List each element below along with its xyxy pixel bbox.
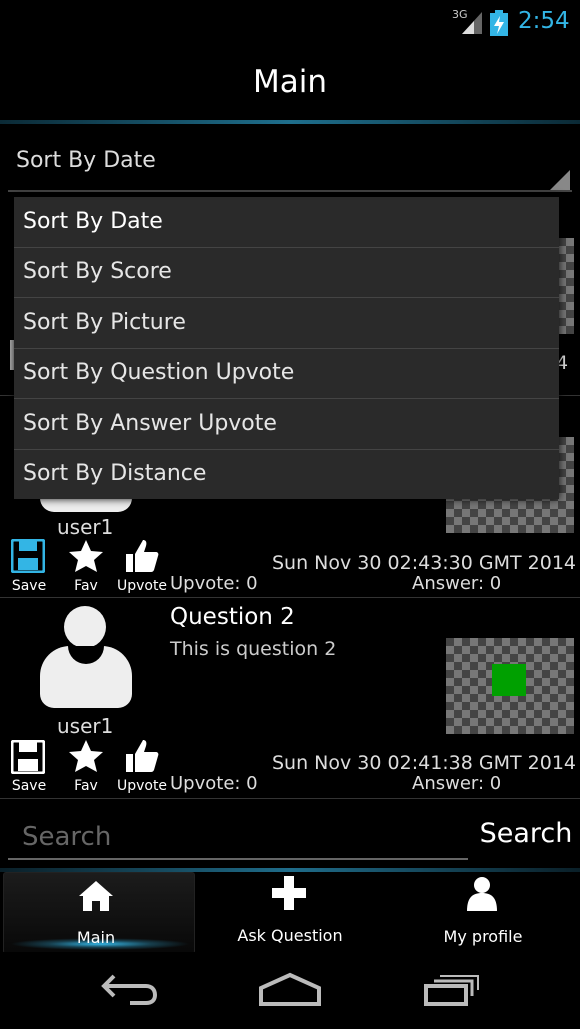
sort-option-picture[interactable]: Sort By Picture <box>14 298 559 349</box>
save-icon[interactable] <box>11 740 45 774</box>
star-icon[interactable] <box>68 539 104 573</box>
sort-option-label: Sort By Distance <box>23 461 207 486</box>
question-username: user1 <box>57 714 114 738</box>
status-clock: 2:54 <box>518 8 570 34</box>
sort-option-question-upvote[interactable]: Sort By Question Upvote <box>14 348 559 399</box>
home-icon <box>79 881 113 911</box>
thumbnail-image <box>492 664 526 696</box>
tab-ask-question-label: Ask Question <box>237 926 343 945</box>
user-avatar-head <box>64 606 106 648</box>
fav-button-label[interactable]: Fav <box>62 578 110 594</box>
search-placeholder: Search <box>22 822 112 852</box>
title-divider <box>0 120 580 124</box>
star-icon[interactable] <box>68 739 104 773</box>
sort-option-label: Sort By Question Upvote <box>23 360 295 385</box>
sort-spinner-value: Sort By Date <box>16 148 156 173</box>
fav-button-label[interactable]: Fav <box>62 778 110 794</box>
question-body: This is question 2 <box>170 638 337 660</box>
recents-icon[interactable] <box>422 972 480 1006</box>
question-upvote-count: Upvote: 0 <box>170 773 258 794</box>
tab-main-label: Main <box>76 928 116 947</box>
sort-dropdown-menu: Sort By Date Sort By Score Sort By Pictu… <box>14 197 559 499</box>
sort-option-answer-upvote[interactable]: Sort By Answer Upvote <box>14 399 559 450</box>
search-button[interactable]: Search <box>476 818 576 860</box>
sort-option-date[interactable]: Sort By Date <box>14 197 559 248</box>
tab-my-profile-label: My profile <box>443 927 523 946</box>
sort-option-label: Sort By Date <box>23 209 163 234</box>
signal-icon <box>462 12 482 34</box>
question-title: Question 2 <box>170 604 295 630</box>
thumbs-up-icon[interactable] <box>124 738 160 774</box>
question-upvote-count: Upvote: 0 <box>170 573 258 594</box>
question-answer-count: Answer: 0 <box>412 773 502 794</box>
home-nav-icon[interactable] <box>258 972 322 1006</box>
spinner-arrow-icon <box>550 170 570 190</box>
upvote-button-label[interactable]: Upvote <box>116 778 168 794</box>
save-button-label[interactable]: Save <box>5 778 53 794</box>
question-date: Sun Nov 30 02:41:38 GMT 2014 <box>272 752 577 774</box>
back-icon[interactable] <box>100 972 158 1006</box>
question-date: Sun Nov 30 02:43:30 GMT 2014 <box>272 552 577 574</box>
sort-option-label: Sort By Picture <box>23 310 186 335</box>
save-icon[interactable] <box>11 539 45 573</box>
thumbs-up-icon[interactable] <box>124 538 160 574</box>
sort-option-label: Sort By Answer Upvote <box>23 411 277 436</box>
person-icon <box>467 877 497 911</box>
question-username: user1 <box>57 515 114 539</box>
question-answer-count: Answer: 0 <box>412 573 502 594</box>
sort-option-score[interactable]: Sort By Score <box>14 247 559 298</box>
battery-charging-icon <box>490 10 508 36</box>
save-button-label[interactable]: Save <box>5 578 53 594</box>
plus-icon <box>272 876 306 910</box>
sort-option-distance[interactable]: Sort By Distance <box>14 449 559 499</box>
upvote-button-label[interactable]: Upvote <box>116 578 168 594</box>
page-title: Main <box>252 64 327 100</box>
sort-option-label: Sort By Score <box>23 259 172 284</box>
